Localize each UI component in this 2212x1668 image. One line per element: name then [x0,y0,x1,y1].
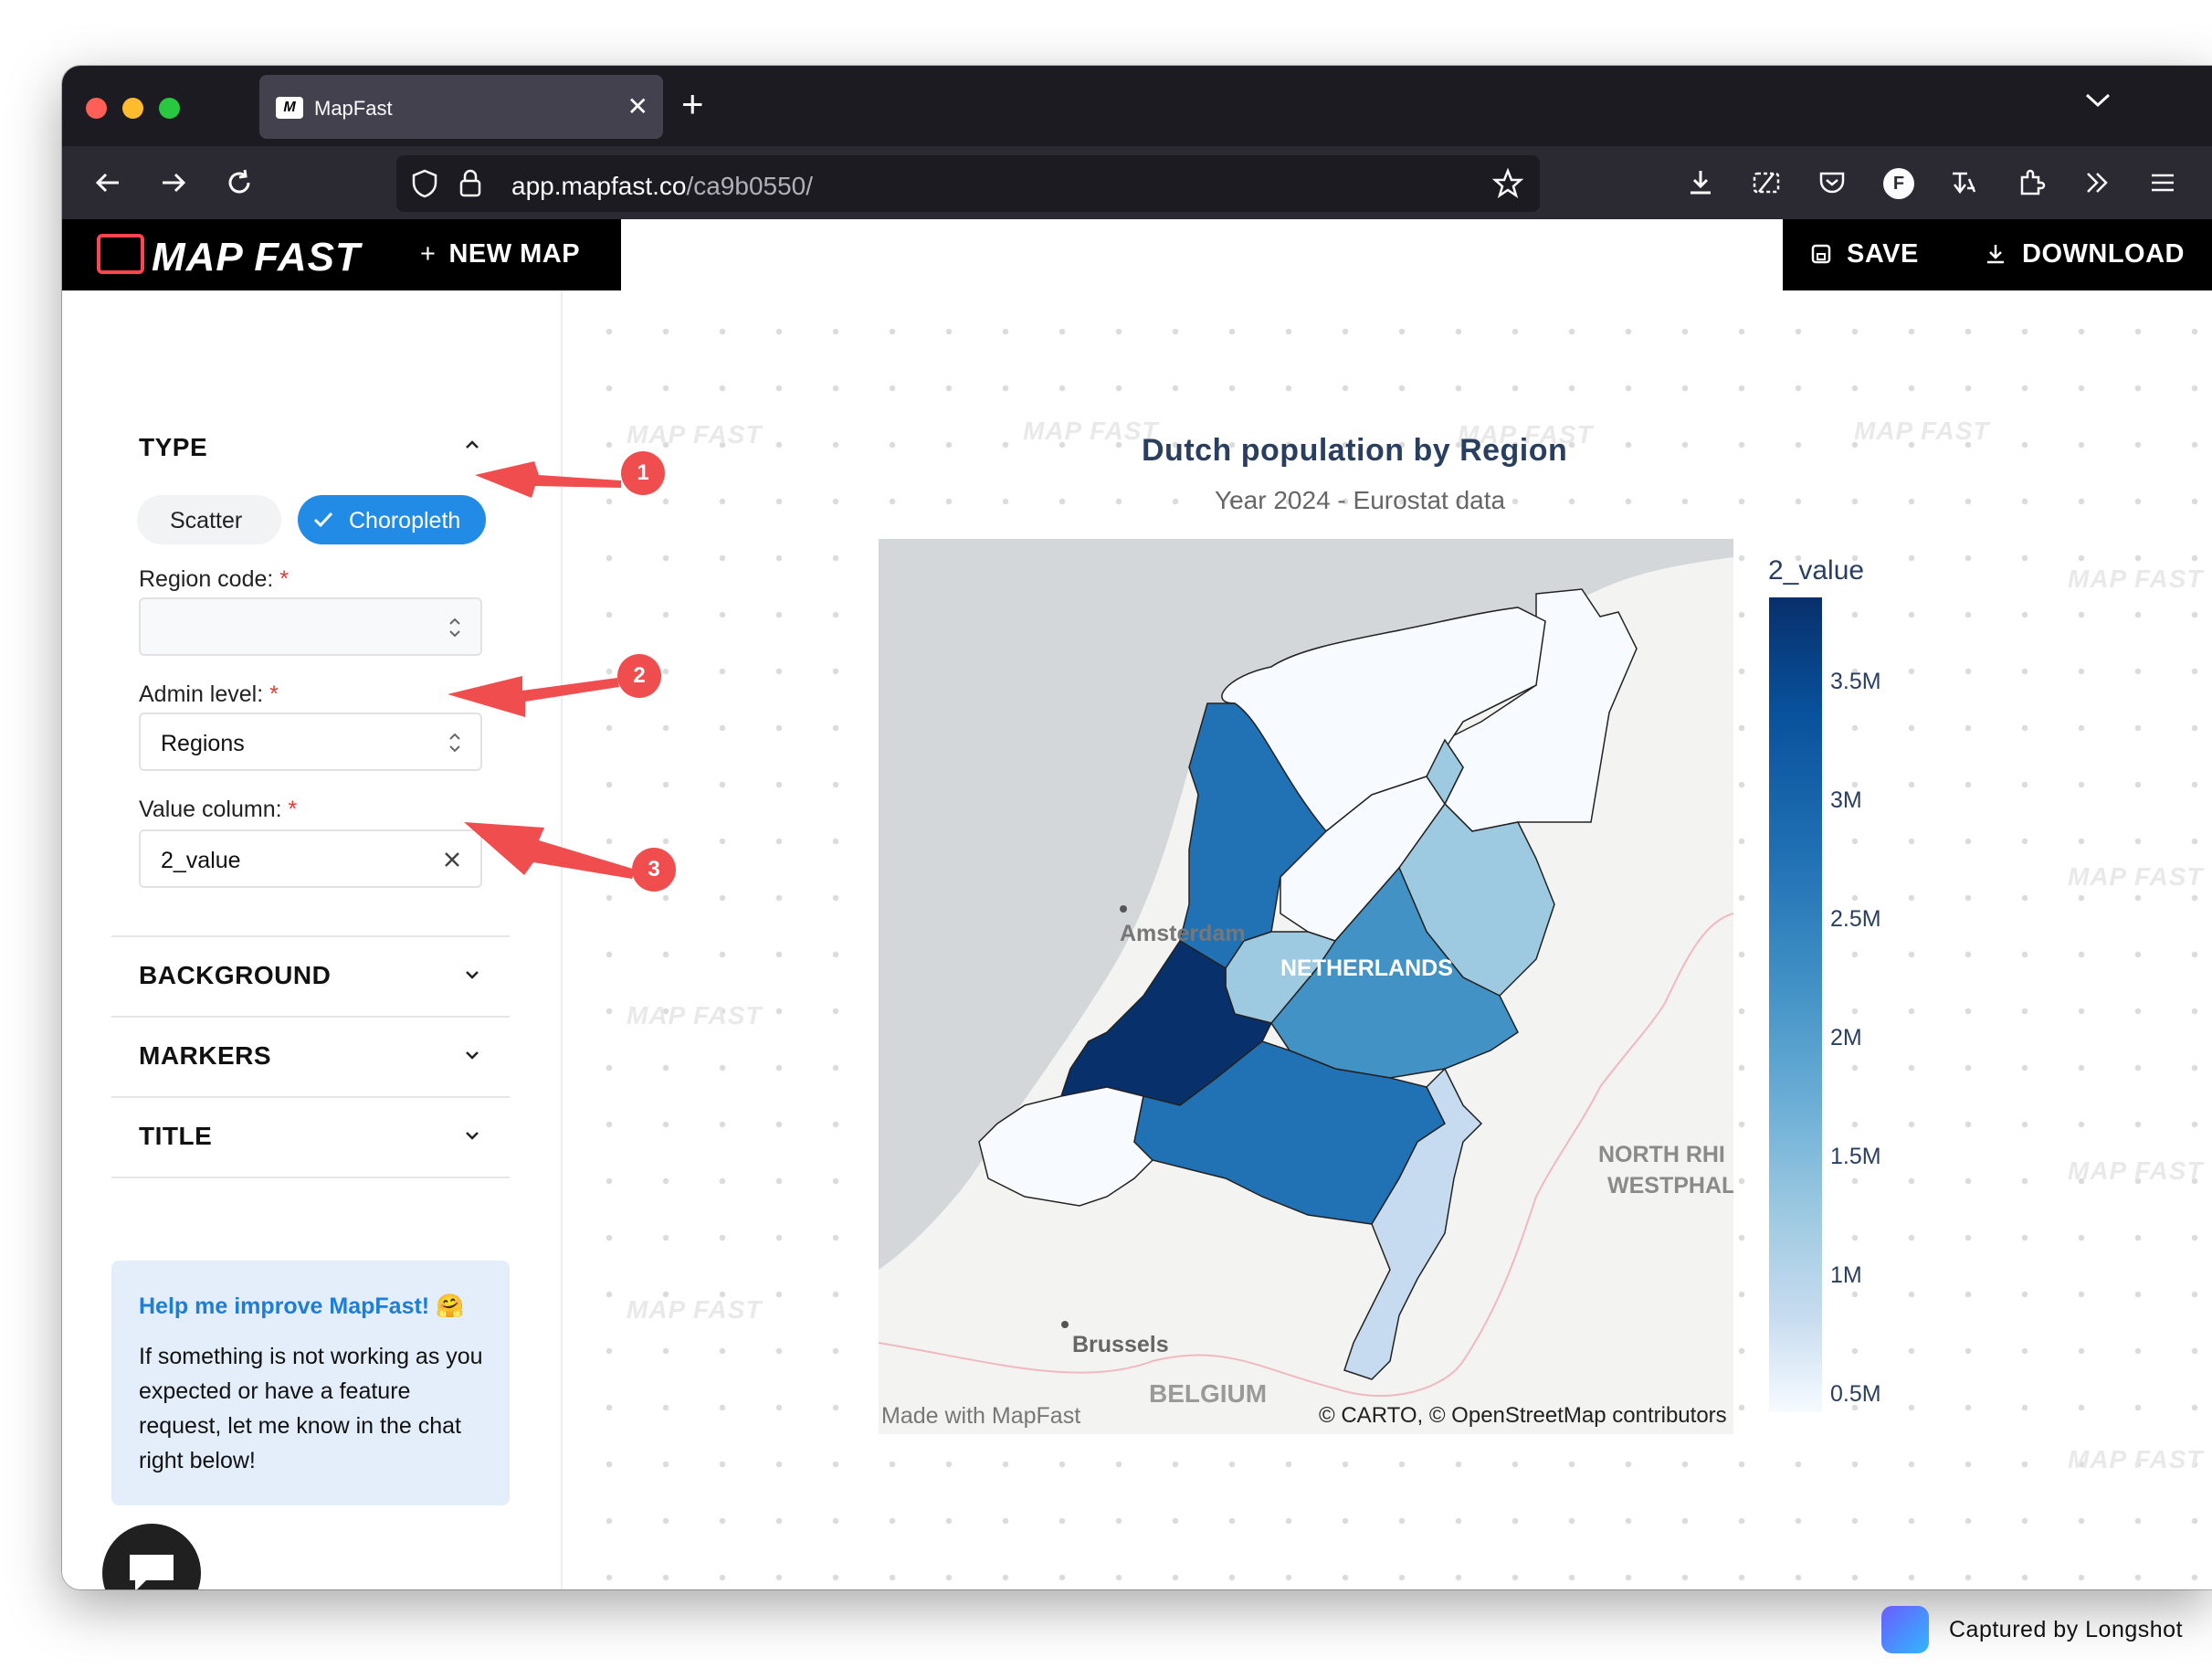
map-canvas: MAP FAST MAP FAST MAP FAST MAP FAST MAP … [563,290,2212,1589]
lock-icon[interactable] [457,168,484,199]
choropleth-label: Choropleth [349,508,461,533]
mapfast-favicon-icon: M [276,97,303,119]
help-title[interactable]: Help me improve MapFast! 🤗 [139,1293,464,1320]
back-arrow-icon[interactable] [91,166,124,199]
chat-bubble-icon [130,1555,174,1589]
browser-tab[interactable]: M MapFast ✕ [259,75,663,139]
chevron-down-icon[interactable] [464,1047,480,1063]
sidebar: TYPE Scatter Choropleth Region code: * A… [62,290,563,1589]
admin-level-label: Admin level: * [139,681,279,708]
minimize-window-button[interactable] [122,98,143,119]
tab-title: MapFast [314,97,393,120]
hamburger-menu-icon[interactable] [2146,166,2179,199]
region-code-select[interactable] [139,597,482,656]
shield-icon[interactable] [409,168,440,199]
tab-bar: M MapFast ✕ + [62,66,2212,146]
watermark: MAP FAST [1458,420,1594,449]
watermark: MAP FAST [2068,565,2204,593]
watermark: MAP FAST [627,1001,763,1029]
header-right: SAVE DOWNLOAD [1783,219,2212,290]
choropleth-option-button[interactable]: Choropleth [298,495,486,544]
forward-arrow-icon[interactable] [157,166,190,199]
watermark: MAP FAST [1023,417,1159,445]
header-left: MAP FAST + NEW MAP [62,219,621,290]
browser-window: M MapFast ✕ + app.mapfast.co/ca9b0550/ F… [62,66,2212,1589]
section-divider [111,935,510,937]
captured-by-text: Captured by Longshot [1949,1617,2184,1642]
value-column-value: 2_value [161,848,241,873]
watermark: MAP FAST [1854,417,1990,445]
value-column-label-text: Value column: [139,797,282,822]
save-button[interactable]: SAVE [1810,239,1919,269]
mapfast-logo-icon [97,234,144,274]
select-updown-icon [449,618,460,638]
chat-button[interactable] [102,1524,201,1589]
url-text[interactable]: app.mapfast.co/ca9b0550/ [511,172,813,201]
longshot-logo-icon [1881,1606,1929,1653]
markers-section-title[interactable]: MARKERS [139,1041,271,1071]
title-section-title[interactable]: TITLE [139,1122,212,1151]
chevron-up-icon[interactable] [464,437,480,453]
save-icon [1811,244,1831,264]
profile-avatar[interactable]: F [1883,168,1914,199]
clear-x-icon[interactable] [442,850,462,870]
new-tab-button[interactable]: + [681,82,704,126]
list-tabs-chevron-icon[interactable] [2084,91,2112,110]
required-mark: * [279,566,290,592]
new-map-label: NEW MAP [448,239,581,269]
navigation-bar: app.mapfast.co/ca9b0550/ F [62,146,2212,219]
section-divider [111,1096,510,1098]
value-column-select[interactable]: 2_value [139,829,482,888]
background-section-title[interactable]: BACKGROUND [139,961,331,990]
help-text: If something is not working as you expec… [139,1344,483,1473]
scatter-label: Scatter [170,508,243,533]
downloads-icon[interactable] [1684,166,1717,199]
plus-icon: + [420,239,437,269]
section-divider [111,1016,510,1018]
screenshot-icon[interactable] [1750,166,1783,199]
maximize-window-button[interactable] [159,98,180,119]
chevron-down-icon[interactable] [464,966,480,983]
reload-icon[interactable] [223,166,256,199]
admin-level-select[interactable]: Regions [139,713,482,771]
download-button[interactable]: DOWNLOAD [1984,239,2185,269]
extensions-icon[interactable] [2015,166,2048,199]
bookmark-star-icon[interactable] [1492,168,1523,199]
close-tab-icon[interactable]: ✕ [627,91,648,121]
region-code-label-text: Region code: [139,566,274,592]
scatter-option-button[interactable]: Scatter [137,495,281,544]
required-mark: * [288,797,298,822]
watermark: MAP FAST [2068,1156,2204,1185]
admin-level-value: Regions [161,731,245,756]
logo-text: MAP FAST [152,235,361,280]
type-section-title[interactable]: TYPE [139,433,207,462]
watermark: MAP FAST [2068,1445,2204,1473]
translate-icon[interactable] [1947,166,1980,199]
admin-level-label-text: Admin level: [139,681,264,707]
download-label: DOWNLOAD [2022,239,2185,269]
url-domain: app.mapfast.co [511,172,687,200]
more-tools-chevron-icon[interactable] [2080,166,2113,199]
help-card: Help me improve MapFast! 🤗 If something … [111,1261,510,1505]
pocket-icon[interactable] [1816,166,1849,199]
chevron-down-icon[interactable] [464,1127,480,1144]
close-window-button[interactable] [86,98,107,119]
watermark: MAP FAST [627,420,763,449]
check-icon [313,512,333,528]
section-divider [111,1177,510,1178]
value-column-label: Value column: * [139,797,297,823]
download-icon [1987,245,2004,264]
save-label: SAVE [1847,239,1919,269]
select-updown-icon [449,733,460,753]
url-bar[interactable]: app.mapfast.co/ca9b0550/ [396,155,1540,212]
watermark: MAP FAST [627,1295,763,1324]
region-code-label: Region code: * [139,566,289,593]
watermark: MAP FAST [2068,862,2204,891]
required-mark: * [269,681,279,707]
new-map-button[interactable]: + NEW MAP [420,239,580,269]
url-path: /ca9b0550/ [686,172,814,200]
app-header: MAP FAST + NEW MAP SAVE DOWNLOAD [62,219,2212,290]
mapfast-logo[interactable]: MAP FAST [97,234,361,280]
